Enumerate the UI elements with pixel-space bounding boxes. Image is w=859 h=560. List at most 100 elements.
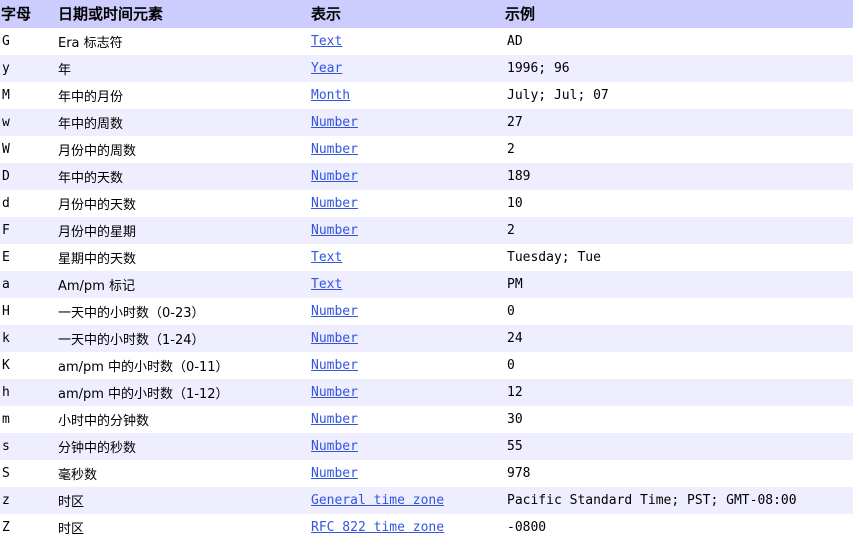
column-header-element: 日期或时间元素 [57,0,310,28]
cell-date-time-element: Era 标志符 [57,28,310,55]
cell-example: -0800 [504,514,853,541]
column-header-presentation: 表示 [310,0,504,28]
cell-example: 12 [504,379,853,406]
table-row: aAm/pm 标记TextPM [0,271,853,298]
cell-letter: W [0,136,57,163]
presentation-link[interactable]: Number [311,331,358,346]
table-row: s分钟中的秒数Number 55 [0,433,853,460]
cell-letter: h [0,379,57,406]
cell-date-time-element: 时区 [57,514,310,541]
presentation-link[interactable]: Number [311,304,358,319]
cell-example: Pacific Standard Time; PST; GMT-08:00 [504,487,853,514]
table-row: F月份中的星期Number 2 [0,217,853,244]
presentation-link[interactable]: Text [311,277,342,292]
cell-letter: F [0,217,57,244]
presentation-link[interactable]: RFC 822 time zone [311,520,444,535]
cell-date-time-element: 毫秒数 [57,460,310,487]
cell-presentation: Text [310,271,504,298]
table-row: z时区General time zonePacific Standard Tim… [0,487,853,514]
presentation-link[interactable]: Text [311,34,342,49]
presentation-link[interactable]: Number [311,385,358,400]
cell-date-time-element: 分钟中的秒数 [57,433,310,460]
cell-letter: K [0,352,57,379]
column-header-example: 示例 [504,0,853,28]
presentation-link[interactable]: Number [311,169,358,184]
presentation-link[interactable]: Number [311,439,358,454]
cell-presentation: Number [310,190,504,217]
cell-presentation: Number [310,379,504,406]
cell-letter: E [0,244,57,271]
table-header: 字母 日期或时间元素 表示 示例 [0,0,853,28]
cell-presentation: Text [310,244,504,271]
presentation-link[interactable]: Number [311,142,358,157]
presentation-link[interactable]: Month [311,88,350,103]
cell-example: 24 [504,325,853,352]
cell-example: 10 [504,190,853,217]
cell-presentation: Number [310,136,504,163]
presentation-link[interactable]: Number [311,115,358,130]
table-row: E星期中的天数Text Tuesday; Tue [0,244,853,271]
cell-presentation: Number [310,325,504,352]
cell-date-time-element: 小时中的分钟数 [57,406,310,433]
cell-presentation: Number [310,460,504,487]
cell-example: 0 [504,298,853,325]
cell-letter: d [0,190,57,217]
presentation-link[interactable]: Year [311,61,342,76]
cell-presentation: Year [310,55,504,82]
table-row: D年中的天数Number189 [0,163,853,190]
presentation-link[interactable]: Text [311,250,342,265]
column-header-letter: 字母 [0,0,57,28]
date-format-pattern-table: 字母 日期或时间元素 表示 示例 GEra 标志符TextADy年Year199… [0,0,853,541]
table-row: H一天中的小时数（0-23）Number0 [0,298,853,325]
table-row: Kam/pm 中的小时数（0-11）Number 0 [0,352,853,379]
cell-letter: D [0,163,57,190]
cell-example: July; Jul; 07 [504,82,853,109]
cell-date-time-element: 年 [57,55,310,82]
cell-presentation: General time zone [310,487,504,514]
presentation-link[interactable]: Number [311,412,358,427]
cell-presentation: Month [310,82,504,109]
cell-date-time-element: 月份中的天数 [57,190,310,217]
cell-letter: S [0,460,57,487]
cell-example: AD [504,28,853,55]
cell-letter: s [0,433,57,460]
cell-date-time-element: 月份中的星期 [57,217,310,244]
cell-letter: y [0,55,57,82]
table-body: GEra 标志符TextADy年Year1996; 96M年中的月份MonthJ… [0,28,853,541]
table-row: ham/pm 中的小时数（1-12）Number 12 [0,379,853,406]
cell-example: 0 [504,352,853,379]
presentation-link[interactable]: General time zone [311,493,444,508]
cell-example: 30 [504,406,853,433]
cell-example: 2 [504,136,853,163]
cell-letter: k [0,325,57,352]
presentation-link[interactable]: Number [311,358,358,373]
cell-date-time-element: Am/pm 标记 [57,271,310,298]
cell-letter: z [0,487,57,514]
cell-presentation: Number [310,163,504,190]
cell-example: Tuesday; Tue [504,244,853,271]
cell-date-time-element: am/pm 中的小时数（0-11） [57,352,310,379]
cell-letter: H [0,298,57,325]
presentation-link[interactable]: Number [311,196,358,211]
cell-date-time-element: am/pm 中的小时数（1-12） [57,379,310,406]
cell-presentation: Number [310,217,504,244]
cell-date-time-element: 星期中的天数 [57,244,310,271]
cell-date-time-element: 一天中的小时数（1-24） [57,325,310,352]
cell-presentation: Number [310,352,504,379]
cell-example: 27 [504,109,853,136]
cell-presentation: Number [310,109,504,136]
cell-presentation: Number [310,433,504,460]
cell-date-time-element: 月份中的周数 [57,136,310,163]
cell-letter: Z [0,514,57,541]
cell-example: 55 [504,433,853,460]
cell-presentation: Text [310,28,504,55]
table-row: d月份中的天数Number 10 [0,190,853,217]
cell-letter: a [0,271,57,298]
table-row: M年中的月份MonthJuly; Jul; 07 [0,82,853,109]
presentation-link[interactable]: Number [311,223,358,238]
cell-example: 2 [504,217,853,244]
cell-example: 978 [504,460,853,487]
presentation-link[interactable]: Number [311,466,358,481]
table-header-row: 字母 日期或时间元素 表示 示例 [0,0,853,28]
cell-example: 1996; 96 [504,55,853,82]
